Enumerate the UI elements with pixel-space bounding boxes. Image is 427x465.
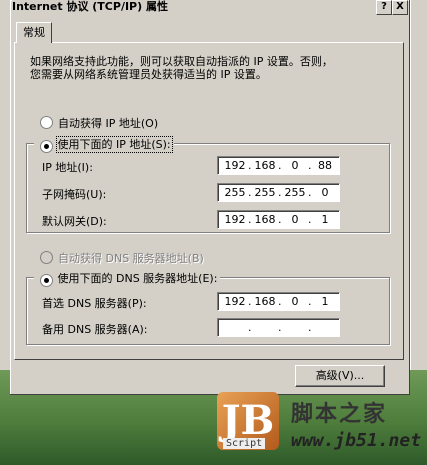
site-watermark: JB Script 脚本之家 www.jb51.net (213, 392, 421, 460)
gateway-octet-1: 192 (224, 213, 246, 226)
subnet-mask-octet-3: 255 (284, 186, 306, 199)
gateway-input[interactable]: 192 . 168 . 0 . 1 (217, 210, 340, 229)
octet-dot: . (308, 295, 312, 308)
close-button[interactable]: X (392, 0, 408, 15)
octet-dot: . (278, 186, 282, 199)
dns-manual-header: 使用下面的 DNS 服务器地址(E): (34, 270, 221, 287)
ip-manual-radio[interactable] (40, 139, 53, 153)
gateway-octet-2: 168 (254, 213, 276, 226)
intro-text: 如果网络支持此功能，则可以获取自动指派的 IP 设置。否则， 您需要从网络系统管… (30, 55, 390, 81)
advanced-button[interactable]: 高级(V)... (295, 365, 385, 387)
octet-dot: . (308, 321, 312, 334)
octet-dot: . (248, 321, 252, 334)
ip-auto-label[interactable]: 自动获得 IP 地址(O) (58, 115, 158, 131)
alternate-dns-input[interactable]: . . . (217, 318, 340, 337)
intro-line-1: 如果网络支持此功能，则可以获取自动指派的 IP 设置。否则， (30, 55, 333, 68)
gateway-octet-3: 0 (291, 213, 299, 226)
subnet-mask-input[interactable]: 255 . 255 . 255 . 0 (217, 183, 340, 202)
preferred-dns-input[interactable]: 192 . 168 . 0 . 1 (217, 292, 340, 311)
octet-dot: . (308, 213, 312, 226)
ip-manual-label[interactable]: 使用下面的 IP 地址(S): (55, 136, 173, 153)
subnet-mask-octet-1: 255 (224, 186, 246, 199)
alternate-dns-label: 备用 DNS 服务器(A): (42, 323, 148, 336)
help-button[interactable]: ? (376, 0, 392, 15)
subnet-mask-octet-4: 0 (321, 186, 329, 199)
ip-address-octet-4: 88 (318, 159, 332, 172)
preferred-dns-octet-1: 192 (224, 295, 246, 308)
ip-auto-radio[interactable] (40, 116, 53, 129)
octet-dot: . (278, 321, 282, 334)
ip-address-input[interactable]: 192 . 168 . 0 . 88 (217, 156, 340, 175)
octet-dot: . (278, 159, 282, 172)
octet-dot: . (308, 186, 312, 199)
logo-script-label: Script (223, 438, 266, 449)
window-title: Internet 协议 (TCP/IP) 属性 (12, 0, 168, 13)
dns-manual-label[interactable]: 使用下面的 DNS 服务器地址(E): (58, 272, 218, 285)
ip-address-octet-1: 192 (224, 159, 246, 172)
site-name: 脚本之家 (291, 402, 388, 427)
gateway-octet-4: 1 (321, 213, 329, 226)
background-window-edge-right (410, 0, 427, 370)
preferred-dns-octet-2: 168 (254, 295, 276, 308)
preferred-dns-octet-4: 1 (321, 295, 329, 308)
tab-general-label: 常规 (23, 26, 45, 39)
tcpip-properties-dialog: Internet 协议 (TCP/IP) 属性 ? X 常规 如果网络支持此功能… (10, 0, 410, 395)
ip-manual-header: 使用下面的 IP 地址(S): (34, 136, 174, 153)
site-url: www.jb51.net (291, 430, 422, 451)
gateway-label: 默认网关(D): (42, 215, 107, 228)
ip-address-octet-2: 168 (254, 159, 276, 172)
octet-dot: . (248, 186, 252, 199)
title-bar: Internet 协议 (TCP/IP) 属性 ? X (12, 0, 408, 15)
ip-address-octet-3: 0 (291, 159, 299, 172)
octet-dot: . (308, 159, 312, 172)
subnet-mask-label: 子网掩码(U): (42, 188, 107, 201)
intro-line-2: 您需要从网络系统管理员处获得适当的 IP 设置。 (30, 68, 267, 81)
octet-dot: . (248, 213, 252, 226)
preferred-dns-label: 首选 DNS 服务器(P): (42, 297, 147, 310)
octet-dot: . (278, 295, 282, 308)
dns-auto-radio[interactable] (40, 251, 53, 264)
octet-dot: . (248, 159, 252, 172)
dns-auto-label[interactable]: 自动获得 DNS 服务器地址(B) (58, 250, 204, 266)
preferred-dns-octet-3: 0 (291, 295, 299, 308)
octet-dot: . (278, 213, 282, 226)
octet-dot: . (248, 295, 252, 308)
tab-general[interactable]: 常规 (16, 22, 52, 43)
ip-address-label: IP 地址(I): (42, 161, 93, 174)
subnet-mask-octet-2: 255 (254, 186, 276, 199)
dns-manual-radio[interactable] (40, 273, 53, 287)
